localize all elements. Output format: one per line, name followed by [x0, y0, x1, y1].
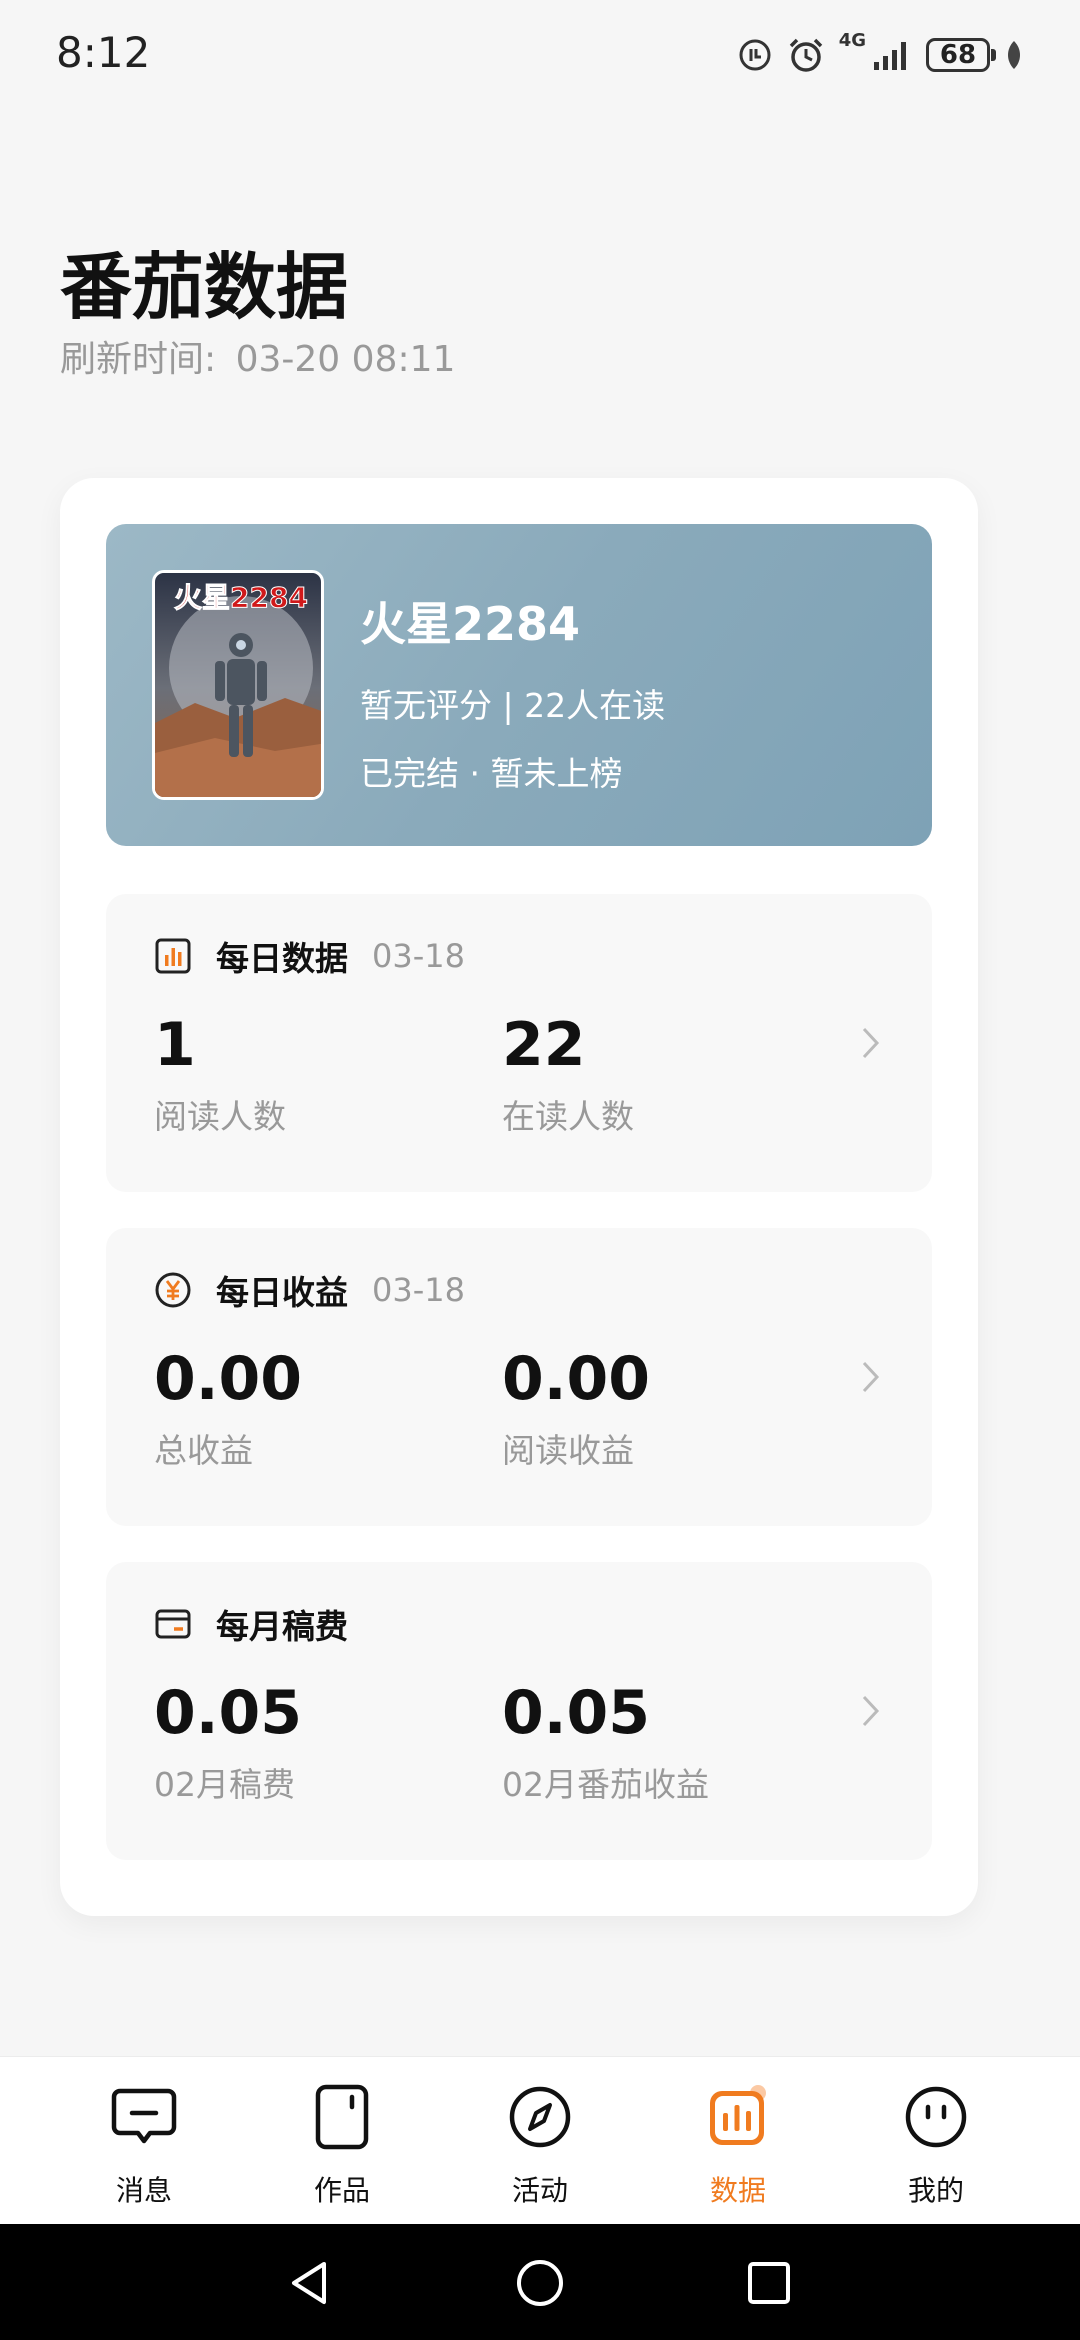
status-bar: 8:12 4G 68 [0, 0, 1080, 110]
nav-label: 数据 [709, 2174, 766, 2207]
book-stats: 暂无评分 | 22人在读 [360, 686, 666, 725]
nav-label: 我的 [907, 2174, 964, 2207]
metric-value: 0.05 [502, 1678, 651, 1748]
bar-chart-icon [155, 938, 191, 974]
section-date: 03-18 [372, 1271, 465, 1309]
cover-title-text: 火星2284 [174, 581, 308, 614]
metric-value: 0.00 [502, 1344, 651, 1414]
yuan-coin-icon [155, 1272, 191, 1308]
page-title: 番茄数据 [60, 244, 349, 329]
battery-indicator: 68 [926, 38, 996, 72]
refresh-label: 刷新时间: [60, 339, 217, 380]
metric-label: 总收益 [154, 1431, 253, 1470]
status-icons: 4G 68 [737, 30, 1024, 80]
metric-label: 阅读人数 [154, 1097, 286, 1136]
refresh-time: 03-20 08:11 [235, 339, 456, 380]
cover-art: 火星2284 [155, 573, 321, 797]
metric-value: 0.00 [154, 1344, 303, 1414]
monthly-fee-section[interactable]: 每月稿费 0.05 02月稿费 0.05 02月番茄收益 [106, 1562, 932, 1860]
compass-icon [509, 2086, 571, 2148]
works-icon [315, 2084, 369, 2150]
data-main-card: 火星2284 火星2284 暂无评分 | 22人在读 已完结 · 暂未上榜 每日… [60, 478, 978, 1916]
profile-icon [905, 2086, 967, 2148]
home-icon[interactable] [515, 2258, 565, 2308]
book-title: 火星2284 [360, 597, 581, 651]
metric-label: 阅读收益 [502, 1431, 634, 1470]
section-date: 03-18 [372, 937, 465, 975]
book-info-card[interactable]: 火星2284 火星2284 暂无评分 | 22人在读 已完结 · 暂未上榜 [106, 524, 932, 846]
signal-icon [874, 42, 906, 70]
nav-label: 活动 [511, 2174, 568, 2207]
book-status: 已完结 · 暂未上榜 [360, 754, 623, 793]
metric-label: 在读人数 [502, 1097, 634, 1136]
chevron-right-icon[interactable] [860, 1358, 882, 1396]
data-chart-icon [710, 2085, 766, 2145]
chevron-right-icon[interactable] [860, 1692, 882, 1730]
recents-icon[interactable] [744, 2258, 794, 2308]
section-header: 每日收益 03-18 [154, 1268, 465, 1312]
nav-item-activity[interactable]: 活动 [450, 2057, 630, 2225]
nav-label: 作品 [313, 2174, 370, 2207]
nav-item-works[interactable]: 作品 [252, 2057, 432, 2225]
bottom-nav: 消息 作品 活动 数据 我的 [0, 2056, 1080, 2225]
section-title: 每日数据 [216, 939, 348, 978]
wallet-icon [155, 1609, 191, 1639]
leaf-icon [1008, 41, 1020, 69]
status-time: 8:12 [56, 28, 151, 77]
back-icon[interactable] [284, 2258, 334, 2308]
section-title: 每日收益 [216, 1273, 348, 1312]
section-title: 每月稿费 [216, 1607, 348, 1646]
chevron-right-icon[interactable] [860, 1024, 882, 1062]
metric-label: 02月番茄收益 [502, 1765, 709, 1804]
section-header: 每日数据 03-18 [154, 934, 465, 978]
metric-value: 1 [154, 1010, 196, 1080]
nav-item-messages[interactable]: 消息 [54, 2057, 234, 2225]
refresh-time-line: 刷新时间: 03-20 08:11 [60, 330, 455, 382]
system-nav-bar [0, 2224, 1080, 2340]
nav-label: 消息 [115, 2174, 172, 2207]
message-icon [111, 2088, 177, 2144]
section-header: 每月稿费 [154, 1602, 348, 1646]
alarm-icon [789, 38, 822, 72]
nav-item-profile[interactable]: 我的 [846, 2057, 1026, 2225]
data-saver-icon [739, 39, 771, 71]
metric-value: 0.05 [154, 1678, 303, 1748]
metric-value: 22 [502, 1010, 586, 1080]
book-cover: 火星2284 [152, 570, 324, 800]
daily-data-section[interactable]: 每日数据 03-18 1 阅读人数 22 在读人数 [106, 894, 932, 1192]
daily-income-section[interactable]: 每日收益 03-18 0.00 总收益 0.00 阅读收益 [106, 1228, 932, 1526]
metric-label: 02月稿费 [154, 1765, 295, 1804]
nav-item-data[interactable]: 数据 [648, 2057, 828, 2225]
network-type-label: 4G [838, 30, 866, 51]
